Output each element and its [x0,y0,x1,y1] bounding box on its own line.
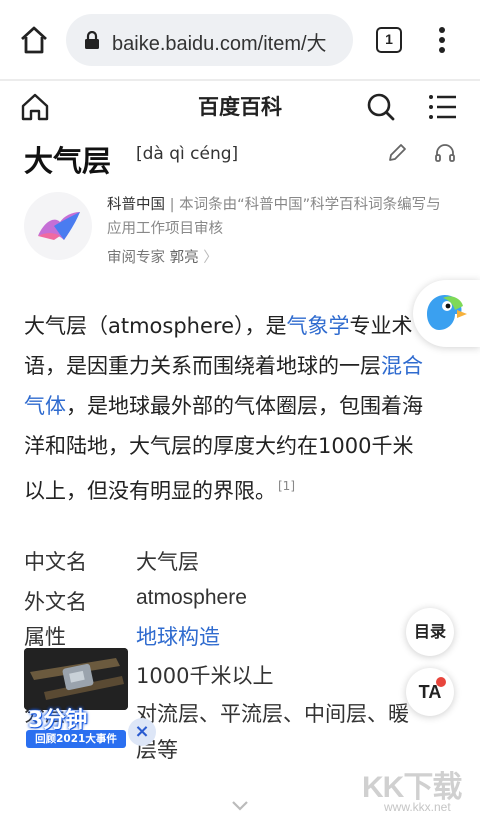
promo-image [24,648,128,710]
kepu-china-logo-icon[interactable] [24,192,92,260]
search-icon[interactable] [366,92,396,122]
assistant-parrot-button[interactable] [413,280,480,347]
source-credit: 科普中国 | 本词条由“科普中国”科学百科词条编写与应用工作项目审核 [107,193,452,241]
tab-switcher-button[interactable]: 1 [376,27,402,53]
reviewer-row[interactable]: 审阅专家 郭亮 〉 [107,246,218,267]
chevron-right-icon: 〉 [198,250,218,266]
entry-title: 大气层 [24,144,112,178]
promo-banner[interactable]: 3分钟 回顾2021大事件 [24,648,128,748]
lock-icon [84,30,100,49]
browser-home-icon[interactable] [18,24,50,56]
site-title[interactable]: 百度百科 [0,91,480,121]
address-bar[interactable]: baike.baidu.com/item/大 [66,14,353,66]
infobox-value: 大气层 [136,550,199,574]
infobox-label: 外文名 [24,590,87,614]
reviewer-label: 审阅专家 [107,250,170,266]
infobox-value: 对流层、平流层、中间层、暖 [136,702,409,726]
summary-text: 大气层（atmosphere），是 [24,314,287,338]
reference-marker[interactable]: [1] [278,479,295,493]
link-earth-structure[interactable]: 地球构造 [136,621,220,651]
parrot-icon [427,294,467,330]
table-of-contents-button[interactable]: 目录 [406,608,454,656]
notification-dot [436,677,446,687]
reviewer-name[interactable]: 郭亮 [170,250,199,266]
edit-pencil-icon[interactable] [386,142,408,164]
promo-subline: 回顾2021大事件 [26,730,126,748]
link-meteorology[interactable]: 气象学 [287,314,350,338]
infobox-value: atmosphere [136,586,247,609]
ta-button[interactable]: TA [406,668,454,716]
promo-close-button[interactable]: × [128,718,156,746]
infobox-value: 1000千米以上 [136,664,274,688]
infobox-label: 中文名 [24,550,87,574]
entry-pinyin: [dà qì céng] [136,144,239,164]
toolbar-divider [0,79,480,81]
headphones-icon[interactable] [434,142,456,164]
more-options-icon[interactable] [432,24,452,58]
url-text: baike.baidu.com/item/大 [112,33,327,55]
summary-text: ，是地球最外部的气体圈层，包围着海洋和陆地，大气层的厚度大约在1000千米以上，… [24,394,423,503]
entry-summary: 大气层（atmosphere），是气象学专业术语，是因重力关系而围绕着地球的一层… [24,306,430,511]
menu-icon[interactable] [428,93,458,121]
watermark-url: www.kkx.net [384,800,451,814]
infobox-label: 属性 [24,625,66,649]
site-header: 百度百科 [0,82,480,132]
chevron-down-icon[interactable] [230,798,250,812]
source-name[interactable]: 科普中国 [107,197,165,213]
watermark: KK下载 www.kkx.net [362,762,480,821]
browser-toolbar: baike.baidu.com/item/大 1 [0,0,480,80]
